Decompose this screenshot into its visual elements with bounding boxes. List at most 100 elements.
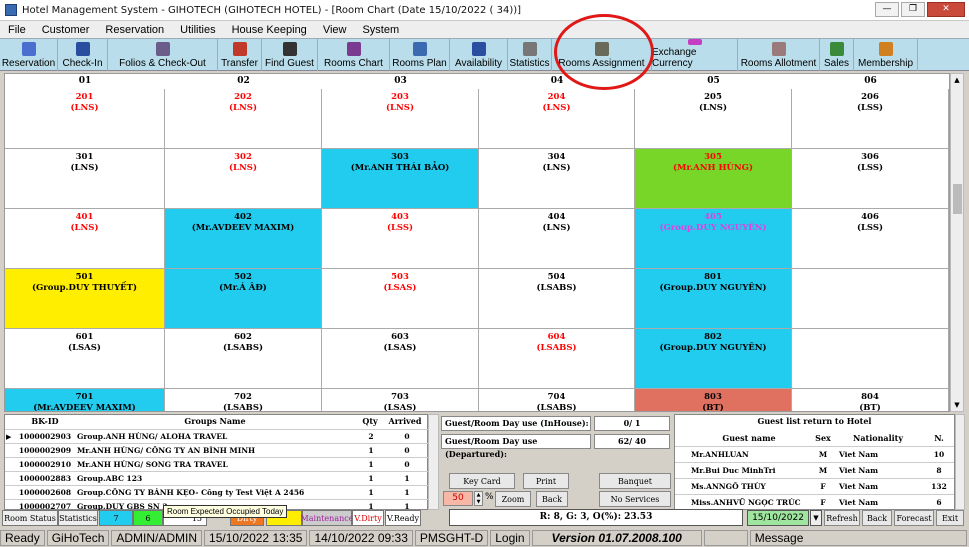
group-arr: 0 <box>404 460 410 469</box>
room-cell[interactable]: 802 (Group.DUY NGUYÊN) <box>635 329 792 389</box>
departed-label: Guest/Room Day use (Departured): <box>441 434 591 459</box>
toolbar-reservation[interactable]: Reservation <box>0 39 58 71</box>
room-cell[interactable]: 204 (LNS) <box>479 89 635 149</box>
no-services-button[interactable]: No Services <box>599 491 671 507</box>
key-card-button[interactable]: Key Card <box>449 473 515 489</box>
guest-row[interactable]: Mr.Bui Duc MinhTri M Viet Nam 8 <box>675 462 954 478</box>
exit-button[interactable]: Exit <box>936 510 964 526</box>
room-chart-scrollbar[interactable]: ▲ ▼ <box>950 73 964 412</box>
room-cell[interactable]: 305 (Mr.ANH HÙNG) <box>635 149 792 209</box>
toolbar-statistics[interactable]: Statistics <box>508 39 552 71</box>
menu-reservation[interactable]: Reservation <box>97 24 172 36</box>
occupancy-summary: R: 8, G: 3, O(%): 23.53 <box>449 509 743 526</box>
status-message: Message <box>749 530 967 546</box>
room-number: 202 <box>234 92 252 102</box>
room-cell[interactable]: 401 (LNS) <box>5 209 165 269</box>
nav-back-button[interactable]: Back <box>862 510 892 526</box>
room-cell[interactable]: 202 (LNS) <box>165 89 322 149</box>
banquet-button[interactable]: Banquet <box>599 473 671 489</box>
room-cell[interactable]: 403 (LSS) <box>322 209 479 269</box>
toolbar-rooms-allotment[interactable]: Rooms Allotment <box>738 39 820 71</box>
room-cell[interactable]: 206 (LSS) <box>792 89 949 149</box>
room-cell[interactable]: 703 (LSAS) <box>322 389 479 411</box>
menu-system[interactable]: System <box>354 24 407 36</box>
statistics-tab[interactable]: Statistics <box>58 510 98 526</box>
room-cell[interactable]: 603 (LSAS) <box>322 329 479 389</box>
guest-row[interactable]: Miss.ANHVŨ NGỌC TRÚC F Viet Nam 6 <box>675 494 954 510</box>
group-row[interactable]: ▶ 1000002903 Group.ANH HÙNG/ ALOHA TRAVEL 2… <box>5 429 429 443</box>
room-cell[interactable]: 704 (LSABS) <box>479 389 635 411</box>
room-number: 402 <box>234 212 252 222</box>
back-button[interactable]: Back <box>536 491 568 507</box>
room-number: 503 <box>391 272 409 282</box>
room-cell[interactable]: 304 (LNS) <box>479 149 635 209</box>
zoom-spinner[interactable]: ▲ ▼ <box>474 491 483 506</box>
restore-button[interactable]: ❐ <box>901 2 925 17</box>
print-button[interactable]: Print <box>523 473 569 489</box>
menu-customer[interactable]: Customer <box>34 24 98 36</box>
group-row[interactable]: 1000002608 Group.CÔNG TY BÁNH KẸO- Công t… <box>5 485 429 499</box>
room-status-tab[interactable]: Room Status <box>2 510 58 526</box>
room-cell[interactable]: 504 (LSABS) <box>479 269 635 329</box>
guest-row[interactable]: Ms.ANNGÔ THÙY F Viet Nam 132 <box>675 478 954 494</box>
room-cell[interactable] <box>792 329 949 389</box>
toolbar-membership[interactable]: Membership <box>854 39 918 71</box>
guest-list-scrollbar[interactable] <box>955 414 965 510</box>
room-cell[interactable]: 406 (LSS) <box>792 209 949 269</box>
room-cell[interactable]: 801 (Group.DUY NGUYÊN) <box>635 269 792 329</box>
room-cell[interactable]: 303 (Mr.ANH THÁI BẢO) <box>322 149 479 209</box>
zoom-input[interactable]: 50 <box>443 491 473 506</box>
room-cell[interactable]: 602 (LSABS) <box>165 329 322 389</box>
room-cell[interactable]: 306 (LSS) <box>792 149 949 209</box>
room-cell[interactable]: 702 (LSABS) <box>165 389 322 411</box>
toolbar-exchange-currency[interactable]: Exchange Currency <box>652 39 738 71</box>
toolbar-folios-check-out[interactable]: Folios & Check-Out <box>108 39 218 71</box>
date-field[interactable]: 15/10/2022 <box>747 510 809 526</box>
toolbar-sales[interactable]: Sales <box>820 39 854 71</box>
room-cell[interactable]: 301 (LNS) <box>5 149 165 209</box>
room-cell[interactable]: 502 (Mr.Á ÂĐ) <box>165 269 322 329</box>
scroll-down-icon[interactable]: ▼ <box>951 399 963 411</box>
zoom-button[interactable]: Zoom <box>495 491 531 507</box>
room-cell[interactable]: 203 (LNS) <box>322 89 479 149</box>
toolbar-find-guest[interactable]: Find Guest <box>262 39 318 71</box>
groups-scrollbar[interactable] <box>428 414 439 510</box>
room-cell[interactable]: 701 (Mr.AVDEEV MAXIM) <box>5 389 165 411</box>
room-cell[interactable]: 405 (Group.DUY NGUYÊN) <box>635 209 792 269</box>
group-name: Mr.ANH HÙNG/ CÔNG TY AN BÌNH MINH <box>77 446 256 455</box>
room-cell[interactable]: 205 (LNS) <box>635 89 792 149</box>
group-row[interactable]: 1000002910 Mr.ANH HÙNG/ SONG TRA TRAVEL 1 0 <box>5 457 429 471</box>
date-dropdown-icon[interactable]: ▼ <box>810 510 822 526</box>
menu-view[interactable]: View <box>315 24 355 36</box>
room-number: 401 <box>75 212 94 222</box>
minimize-button[interactable]: — <box>875 2 899 17</box>
room-cell[interactable]: 404 (LNS) <box>479 209 635 269</box>
menu-utilities[interactable]: Utilities <box>172 24 223 36</box>
group-row[interactable]: 1000002909 Mr.ANH HÙNG/ CÔNG TY AN BÌNH M… <box>5 443 429 457</box>
scroll-thumb[interactable] <box>953 184 962 214</box>
room-cell[interactable]: 604 (LSABS) <box>479 329 635 389</box>
group-row[interactable]: 1000002883 Group.ABC 123 1 1 <box>5 471 429 485</box>
room-cell[interactable]: 302 (LNS) <box>165 149 322 209</box>
room-cell[interactable]: 803 (BT) <box>635 389 792 411</box>
room-cell[interactable]: 804 (BT) <box>792 389 949 411</box>
toolbar-transfer[interactable]: Transfer <box>218 39 262 71</box>
forecast-button[interactable]: Forecast <box>894 510 934 526</box>
refresh-button[interactable]: Refresh <box>824 510 860 526</box>
toolbar-availability[interactable]: Availability <box>450 39 508 71</box>
room-cell[interactable] <box>792 269 949 329</box>
room-cell[interactable]: 402 (Mr.AVDEEV MAXIM) <box>165 209 322 269</box>
room-cell[interactable]: 501 (Group.DUY THUYẾT) <box>5 269 165 329</box>
close-button[interactable]: ✕ <box>927 2 965 17</box>
room-cell[interactable]: 601 (LSAS) <box>5 329 165 389</box>
menu-house-keeping[interactable]: House Keeping <box>224 24 315 36</box>
room-number: 602 <box>234 332 252 342</box>
room-cell[interactable]: 503 (LSAS) <box>322 269 479 329</box>
guest-row[interactable]: Mr.ANHLUAN M Viet Nam 10 <box>675 446 954 462</box>
toolbar-rooms-plan[interactable]: Rooms Plan <box>390 39 450 71</box>
menu-file[interactable]: File <box>0 24 34 36</box>
room-cell[interactable]: 201 (LNS) <box>5 89 165 149</box>
scroll-up-icon[interactable]: ▲ <box>951 74 963 86</box>
toolbar-check-in[interactable]: Check-In <box>58 39 108 71</box>
toolbar-rooms-chart[interactable]: Rooms Chart <box>318 39 390 71</box>
